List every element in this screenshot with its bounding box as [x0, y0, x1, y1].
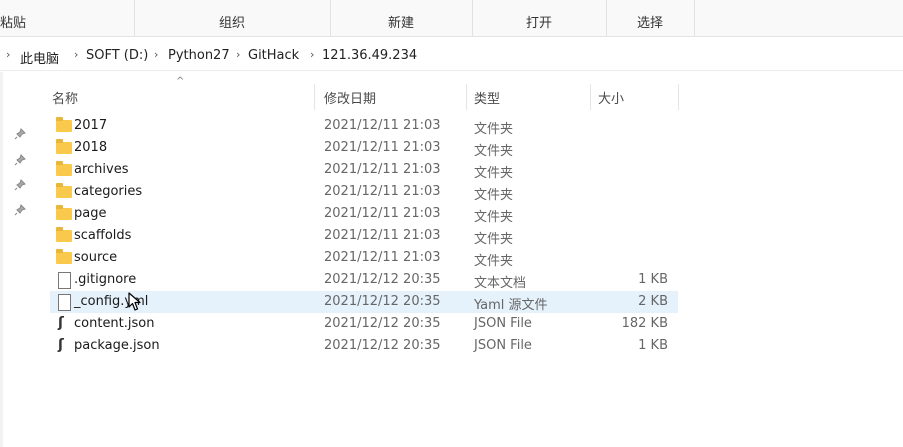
file-size: 182 KB	[621, 316, 668, 331]
mouse-cursor-icon	[128, 292, 142, 312]
ribbon-group-new[interactable]: 新建	[330, 0, 473, 36]
file-type: 文件夹	[474, 254, 514, 269]
file-row[interactable]: 2018 2021/12/11 21:03 文件夹	[50, 137, 678, 159]
folder-icon	[56, 249, 72, 266]
ribbon: 粘贴 组织 新建 打开 选择	[0, 0, 903, 37]
pin-icon	[14, 128, 26, 140]
file-row[interactable]: archives 2021/12/11 21:03 文件夹	[50, 159, 678, 181]
file-type: JSON File	[474, 316, 532, 331]
breadcrumb-githack[interactable]: GitHack	[248, 48, 299, 63]
file-name: source	[74, 250, 118, 265]
pin-icon	[14, 179, 26, 191]
file-type: 文件夹	[474, 232, 514, 247]
file-row[interactable]: 2017 2021/12/11 21:03 文件夹	[50, 115, 678, 137]
file-size: 2 KB	[638, 294, 668, 309]
column-header-date[interactable]: 修改日期	[318, 84, 466, 110]
breadcrumb-drive[interactable]: SOFT (D:)	[86, 48, 148, 63]
folder-icon	[56, 139, 72, 156]
folder-icon	[56, 227, 72, 244]
ribbon-group-clipboard[interactable]: 粘贴	[0, 0, 135, 36]
column-header-label: 修改日期	[324, 92, 377, 107]
column-divider[interactable]	[466, 84, 467, 110]
file-date: 2021/12/11 21:03	[324, 162, 441, 177]
file-row[interactable]: ʃ package.json 2021/12/12 20:35 JSON Fil…	[50, 335, 678, 357]
column-divider[interactable]	[678, 84, 679, 110]
folder-icon	[56, 117, 72, 134]
yaml-file-icon	[56, 294, 72, 311]
file-date: 2021/12/12 20:35	[324, 294, 441, 309]
ribbon-group-select[interactable]: 选择	[606, 0, 695, 36]
file-name: content.json	[74, 316, 155, 331]
folder-icon	[56, 205, 72, 222]
breadcrumb-current-folder[interactable]: 121.36.49.234	[322, 48, 417, 63]
navigation-pane-edge	[0, 72, 3, 447]
file-type: 文件夹	[474, 122, 514, 137]
file-row[interactable]: source 2021/12/11 21:03 文件夹	[50, 247, 678, 269]
file-date: 2021/12/11 21:03	[324, 206, 441, 221]
pin-icon	[14, 204, 26, 216]
column-divider[interactable]	[590, 84, 591, 110]
file-name: archives	[74, 162, 129, 177]
column-header-label: 类型	[474, 92, 501, 107]
column-header-type[interactable]: 类型	[470, 84, 590, 110]
chevron-right-icon[interactable]: ›	[236, 48, 240, 61]
file-row[interactable]: categories 2021/12/11 21:03 文件夹	[50, 181, 678, 203]
ribbon-group-open[interactable]: 打开	[472, 0, 607, 36]
chevron-right-icon: ›	[6, 48, 11, 61]
file-name: categories	[74, 184, 143, 199]
file-name: .gitignore	[74, 272, 137, 287]
file-name: package.json	[74, 338, 160, 353]
column-header-label: 名称	[52, 92, 79, 107]
file-type: 文本文档	[474, 276, 527, 291]
file-name: 2018	[74, 140, 108, 155]
file-size: 1 KB	[638, 272, 668, 287]
file-row[interactable]: .gitignore 2021/12/12 20:35 文本文档 1 KB	[50, 269, 678, 291]
chevron-right-icon[interactable]: ›	[310, 48, 314, 61]
breadcrumb-this-pc[interactable]: 此电脑	[20, 48, 59, 67]
breadcrumb-python27[interactable]: Python27	[168, 48, 230, 63]
file-size: 1 KB	[638, 338, 668, 353]
file-date: 2021/12/11 21:03	[324, 250, 441, 265]
file-row[interactable]: scaffolds 2021/12/11 21:03 文件夹	[50, 225, 678, 247]
chevron-right-icon[interactable]: ›	[74, 48, 78, 61]
file-date: 2021/12/12 20:35	[324, 316, 441, 331]
file-date: 2021/12/11 21:03	[324, 228, 441, 243]
file-name: page	[74, 206, 107, 221]
ribbon-group-label: 粘贴	[0, 16, 27, 31]
ribbon-group-label: 新建	[387, 16, 414, 31]
ribbon-group-label: 组织	[218, 16, 245, 31]
json-file-icon: ʃ	[58, 337, 64, 353]
column-header-label: 大小	[598, 92, 625, 107]
column-header-name[interactable]: 名称	[50, 84, 314, 110]
file-date: 2021/12/11 21:03	[324, 140, 441, 155]
file-type: 文件夹	[474, 144, 514, 159]
folder-icon	[56, 161, 72, 178]
file-type: 文件夹	[474, 166, 514, 181]
folder-icon	[56, 183, 72, 200]
json-file-icon: ʃ	[58, 315, 64, 331]
file-type: JSON File	[474, 338, 532, 353]
file-date: 2021/12/11 21:03	[324, 184, 441, 199]
file-date: 2021/12/12 20:35	[324, 272, 441, 287]
chevron-right-icon[interactable]: ›	[154, 48, 158, 61]
address-bar[interactable]: › 此电脑 › SOFT (D:) › Python27 › GitHack ›…	[0, 42, 903, 71]
ribbon-group-label: 打开	[525, 16, 552, 31]
file-name: scaffolds	[74, 228, 132, 243]
file-date: 2021/12/12 20:35	[324, 338, 441, 353]
file-row-hovered[interactable]: _config.yml 2021/12/12 20:35 Yaml 源文件 2 …	[50, 291, 678, 313]
text-file-icon	[56, 272, 72, 289]
file-type: 文件夹	[474, 188, 514, 203]
file-date: 2021/12/11 21:03	[324, 118, 441, 133]
pin-icon	[14, 154, 26, 166]
file-type: 文件夹	[474, 210, 514, 225]
column-header-size[interactable]: 大小	[594, 84, 678, 110]
file-name: 2017	[74, 118, 108, 133]
file-row[interactable]: page 2021/12/11 21:03 文件夹	[50, 203, 678, 225]
column-divider[interactable]	[314, 84, 315, 110]
file-type: Yaml 源文件	[474, 298, 548, 313]
ribbon-group-label: 选择	[636, 16, 663, 31]
file-row[interactable]: ʃ content.json 2021/12/12 20:35 JSON Fil…	[50, 313, 678, 335]
ribbon-group-organize[interactable]: 组织	[134, 0, 331, 36]
